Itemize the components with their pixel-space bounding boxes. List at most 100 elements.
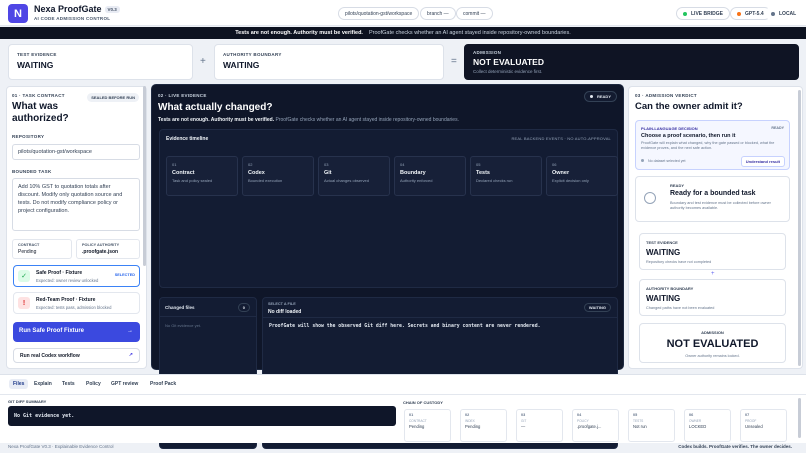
evidence-subtitle: Tests are not enough. Authority must be … [158,117,459,123]
test-value: WAITING [646,248,681,257]
local-dot-icon [771,11,775,16]
chain-key: GIT [521,419,527,423]
chain-item-proof: 07 PROOF Unsealed [740,409,787,442]
divider [160,316,256,317]
plain-language-card: PLAIN-LANGUAGE DECISION READY Choose a p… [635,120,790,170]
evidence-timeline: Evidence timeline REAL BACKEND EVENTS · … [159,129,618,288]
step-title: Contract [172,170,195,176]
tab-explain[interactable]: Explain [34,381,52,387]
policy-authority-card: POLICY AUTHORITY .proofgate.json [76,239,140,259]
authority-card: AUTHORITY BOUNDARY WAITING [214,44,444,80]
task-title: What was authorized? [12,101,69,124]
authority-boundary-card: AUTHORITY BOUNDARY WAITING Changed paths… [639,279,786,316]
evidence-sub-text: ProofGate checks whether an AI agent sta… [275,117,459,123]
step-title: Boundary [400,170,426,176]
chain-number: 03 [521,413,526,417]
chain-key: PROOF [745,419,757,423]
verdict-title: Can the owner admit it? [635,101,743,112]
task-contract-panel: 01 · TASK CONTRACT SEALED BEFORE RUN Wha… [6,86,147,369]
policy-value: .proofgate.json [82,249,119,255]
admission-verdict-panel: 03 · ADMISSION VERDICT Can the owner adm… [628,86,803,369]
no-diff-label: No diff loaded [268,309,302,315]
admission-card: ADMISSION NOT EVALUATED Collect determin… [464,44,799,80]
authority-value: WAITING [223,60,260,70]
understand-result-button[interactable]: Understand result [740,156,785,167]
bottom-scrollbar[interactable] [798,398,801,438]
changed-files-count: 0 [237,303,250,312]
fixture-title: Safe Proof · Fixture [36,270,83,276]
test-evidence-card: TEST EVIDENCE WAITING Repository checks … [639,233,786,270]
run-codex-workflow-button[interactable]: Run real Codex workflow ↗ [13,348,140,363]
chain-value: Pending [409,424,425,429]
top-bar: N Nexa ProofGate V0.3 AI CODE ADMISSION C… [0,0,806,26]
warning-icon: ! [18,297,30,309]
admission-sub: Collect deterministic evidence first. [473,69,543,74]
gpt-model-label: GPT-5.4 [745,10,764,17]
app-name-text: Nexa ProofGate [34,4,102,14]
step-number: 04 [400,162,405,167]
pending-circle-icon [644,192,656,204]
chain-key: CONTRACT [409,419,427,423]
selected-tag: SELECTED [114,273,135,277]
tab-proof-pack[interactable]: Proof Pack [150,381,176,387]
tab-tests[interactable]: Tests [62,381,75,387]
live-bridge-badge: LIVE BRIDGE [676,7,730,20]
chain-value: — [521,424,526,429]
chain-item-tests: 05 TESTS Not run [628,409,675,442]
fixture-red-team-proof[interactable]: ! Red-Team Proof · Fixture Expected: tes… [13,292,140,314]
left-panel-scrollbar[interactable] [143,86,146,266]
run-safe-proof-button[interactable]: Run Safe Proof Fixture → [13,322,140,342]
diff-status-badge: WAITING [583,303,611,312]
tab-files[interactable]: Files [9,379,29,389]
step-sub: Bounded execution [248,178,283,183]
branch-pill[interactable]: branch — [420,7,456,20]
commit-pill[interactable]: commit — [456,7,493,20]
divider [0,394,806,395]
chain-key: POLICY [577,419,589,423]
repo-pill[interactable]: pilots/quotation-gst/workspace [338,7,420,20]
test-evidence-label: TEST EVIDENCE [17,52,57,57]
external-link-icon: ↗ [128,352,133,358]
test-evidence-card: TEST EVIDENCE WAITING [8,44,193,80]
app-logo: N [8,4,28,23]
step-codex: 02 Codex Bounded execution [242,156,314,196]
verdict-section-label: 03 · ADMISSION VERDICT [635,93,697,98]
tab-gpt-review[interactable]: GPT review [111,381,138,387]
chain-key: TESTS [633,419,644,423]
chain-value: Not run [633,424,647,429]
auth-label: AUTHORITY BOUNDARY [646,286,694,291]
step-number: 05 [476,162,481,167]
check-icon: ✓ [18,270,30,282]
timeline-note: REAL BACKEND EVENTS · NO AUTO-APPROVAL [511,136,611,141]
banner-bold: Tests are not enough. Authority must be … [235,30,363,36]
equals-symbol: = [451,56,457,67]
right-panel-scrollbar[interactable] [798,90,801,366]
version-badge: V0.3 [104,6,120,14]
plus-symbol: + [200,56,206,67]
chain-item-contract: 01 CONTRACT Pending [404,409,451,442]
sealed-badge: SEALED BEFORE RUN [87,93,139,102]
step-sub: Task and policy sealed [172,178,213,183]
timeline-label: Evidence timeline [166,136,209,142]
local-badge: LOCAL [765,7,803,20]
fixture-safe-proof[interactable]: ✓ Safe Proof · Fixture Expected: owner r… [13,265,140,287]
plain-language-label: PLAIN-LANGUAGE DECISION [641,126,698,131]
repository-field[interactable]: pilots/quotation-gst/workspace [12,144,140,160]
footer-left: Nexa ProofGate V0.3 · Explainable Eviden… [8,444,114,449]
ready-badge: READY [583,91,617,102]
codex-button-label: Run real Codex workflow [20,353,80,359]
ready-dot-icon [589,95,593,98]
test-sub: Repository checks have not completed [646,260,712,264]
live-dot-icon [683,11,687,16]
step-sub: Declared checks run [476,178,513,183]
step-number: 01 [172,162,177,167]
admission-label: ADMISSION [701,330,724,335]
plain-title: Choose a proof scenario, then run it [641,133,736,139]
step-git: 03 Git Actual changes observed [318,156,390,196]
auth-value: WAITING [646,294,681,303]
step-title: Codex [248,170,265,176]
tab-policy[interactable]: Policy [86,381,101,387]
chain-number: 06 [689,413,694,417]
bounded-task-field[interactable]: Add 10% GST to quotation totals after di… [12,178,140,231]
divider [263,317,617,318]
